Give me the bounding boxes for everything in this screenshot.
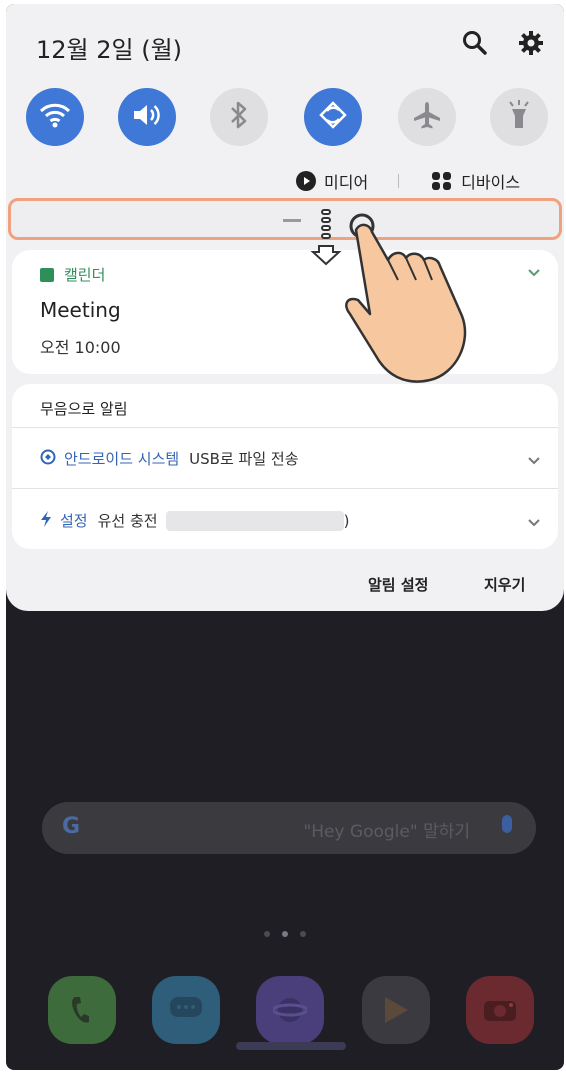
airplane-icon	[412, 100, 442, 134]
gesture-handle	[236, 1042, 346, 1050]
search-icon[interactable]	[462, 30, 490, 58]
swipe-down-hand-icon	[310, 209, 467, 383]
calendar-app-header: 캘린더	[40, 264, 105, 285]
search-hint: "Hey Google" 말하기	[303, 822, 470, 842]
mic-icon[interactable]	[502, 815, 512, 833]
volume-icon	[131, 101, 163, 133]
silent-notifications-card: 무음으로 알림 안드로이드 시스템 USB로 파일 전송 설정 유선 충전)	[12, 384, 558, 549]
flashlight-icon	[506, 99, 532, 135]
wifi-toggle[interactable]	[26, 88, 84, 146]
internet-app-icon[interactable]	[256, 976, 324, 1044]
google-logo-icon: G	[62, 814, 81, 839]
bluetooth-icon	[229, 100, 249, 134]
flashlight-toggle[interactable]	[490, 88, 548, 146]
notification-app-name: 설정	[60, 512, 88, 530]
google-search-bar[interactable]: G "Hey Google" 말하기	[42, 802, 536, 854]
bolt-icon	[40, 510, 52, 531]
calendar-icon	[40, 267, 54, 282]
date-label: 12월 2일 (월)	[36, 36, 183, 64]
page-indicator	[6, 922, 564, 941]
settings-gear-icon[interactable]	[518, 30, 546, 58]
devices-icon	[431, 171, 453, 191]
android-system-notification[interactable]: 안드로이드 시스템 USB로 파일 전송	[40, 448, 299, 469]
blurred-device-name	[165, 510, 344, 531]
notification-settings-button[interactable]: 알림 설정	[368, 574, 428, 595]
calendar-event-title: Meeting	[40, 298, 121, 322]
separator	[398, 174, 400, 188]
calendar-app-name: 캘린더	[64, 266, 106, 284]
phone-app-icon[interactable]	[48, 976, 116, 1044]
auto-rotate-icon	[318, 100, 348, 134]
media-button[interactable]: 미디어	[324, 169, 368, 193]
charging-notification[interactable]: 설정 유선 충전 )	[40, 510, 349, 531]
phone-screen: G "Hey Google" 말하기 12월 2일 (월) 미디어 디바이스 캘…	[6, 4, 564, 1070]
notification-app-name: 안드로이드 시스템	[64, 450, 180, 468]
android-system-icon	[40, 449, 56, 469]
auto-rotate-toggle[interactable]	[304, 88, 362, 146]
page-dot-active	[282, 931, 288, 937]
divider	[12, 427, 558, 428]
dock	[42, 976, 536, 1046]
bluetooth-toggle[interactable]	[210, 88, 268, 146]
expand-chevron-icon[interactable]	[528, 516, 540, 530]
silent-notifications-heading: 무음으로 알림	[40, 400, 128, 418]
page-dot	[264, 931, 270, 937]
devices-button[interactable]: 디바이스	[461, 169, 520, 193]
camera-app-icon[interactable]	[466, 976, 534, 1044]
divider	[12, 488, 558, 489]
handle-dash	[283, 219, 301, 222]
expand-chevron-icon[interactable]	[528, 266, 540, 280]
play-icon	[296, 171, 316, 191]
clear-button[interactable]: 지우기	[484, 574, 525, 595]
airplane-mode-toggle[interactable]	[398, 88, 456, 146]
messages-app-icon[interactable]	[152, 976, 220, 1044]
page-dot	[300, 931, 306, 937]
notification-text: 유선 충전	[97, 512, 158, 530]
media-devices-row: 미디어 디바이스	[296, 168, 520, 194]
sound-toggle[interactable]	[118, 88, 176, 146]
notification-text: USB로 파일 전송	[189, 450, 299, 468]
wifi-icon	[39, 101, 71, 133]
notification-text-suffix: )	[343, 511, 350, 530]
expand-chevron-icon[interactable]	[528, 454, 540, 468]
play-store-app-icon[interactable]	[362, 976, 430, 1044]
calendar-event-time: 오전 10:00	[40, 338, 121, 357]
